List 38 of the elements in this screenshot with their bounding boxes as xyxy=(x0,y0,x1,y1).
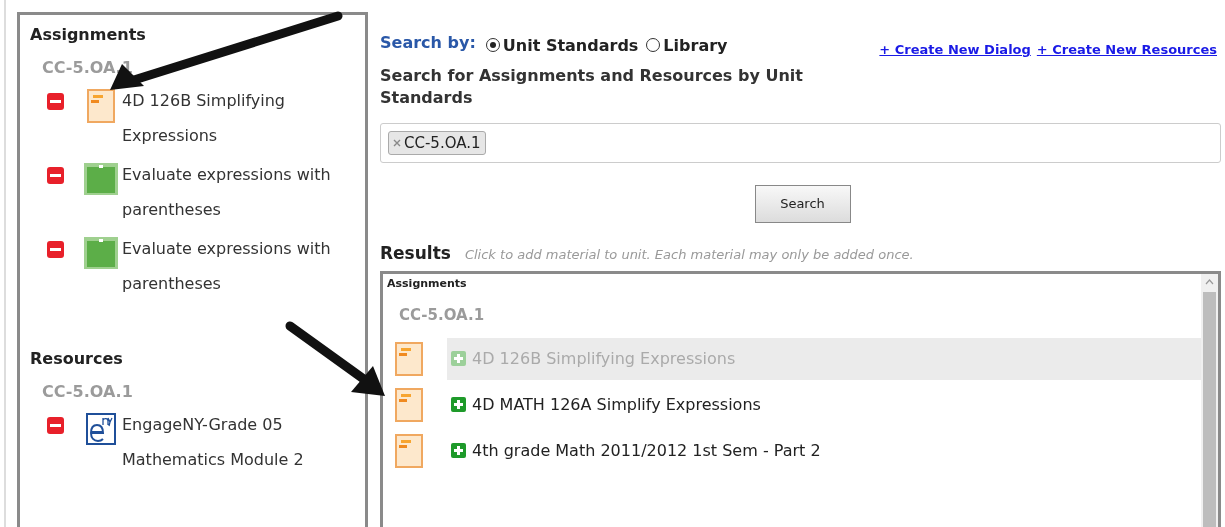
create-link[interactable]: + Create New Dialog xyxy=(879,42,1031,57)
document-icon xyxy=(87,89,115,123)
section-title: Assignments xyxy=(30,25,147,44)
remove-icon[interactable] xyxy=(46,241,64,258)
remove-icon[interactable] xyxy=(46,93,64,110)
material-title: EngageNY-Grade 05 Mathematics Module 2 xyxy=(122,414,305,471)
create-link[interactable]: + Create New Resources xyxy=(1036,42,1217,57)
folder-icon xyxy=(84,237,118,269)
standard-tag[interactable]: CC-5.OA.1 xyxy=(388,130,486,155)
result-item[interactable]: 4D MATH 126A Simplify Expressions xyxy=(447,382,1201,427)
results-title: Results xyxy=(380,242,451,263)
standard-label: CC-5.OA.1 xyxy=(42,382,134,401)
material-title: 4D 126B Simplifying Expressions xyxy=(122,90,286,147)
section-title: Assignments xyxy=(387,276,468,290)
remove-icon[interactable] xyxy=(46,167,64,184)
close-icon[interactable] xyxy=(393,138,401,147)
material-title: Evaluate expressions with parentheses xyxy=(122,238,332,295)
search-button[interactable]: Search xyxy=(754,184,851,223)
result-item[interactable]: 4th grade Math 2011/2012 1st Sem - Part 2 xyxy=(447,428,1201,473)
remove-icon[interactable] xyxy=(46,417,64,434)
add-icon[interactable] xyxy=(451,397,466,412)
results-hint: Click to add material to unit. Each material may only be added once. xyxy=(464,246,914,262)
add-icon[interactable] xyxy=(451,443,466,458)
scrollbar[interactable] xyxy=(1201,273,1218,527)
radio-option[interactable]: Library xyxy=(646,35,728,55)
document-icon xyxy=(395,341,423,376)
material-title: Evaluate expressions with parentheses xyxy=(122,164,332,221)
scroll-up-icon[interactable] xyxy=(1205,278,1214,285)
document-icon xyxy=(395,387,423,422)
document-icon xyxy=(395,433,423,468)
standard-label: CC-5.OA.1 xyxy=(399,305,486,324)
standards-field[interactable]: CC-5.OA.1 xyxy=(380,122,1221,163)
folder-icon xyxy=(84,163,118,195)
section-title: Resources xyxy=(30,349,124,368)
search-heading: Search for Assignments and Resources by Unit Standards xyxy=(380,64,804,109)
engageny-logo-icon xyxy=(86,413,116,445)
radio-option[interactable]: Unit Standards xyxy=(485,35,639,55)
search-by-label: Search by: xyxy=(380,33,476,52)
